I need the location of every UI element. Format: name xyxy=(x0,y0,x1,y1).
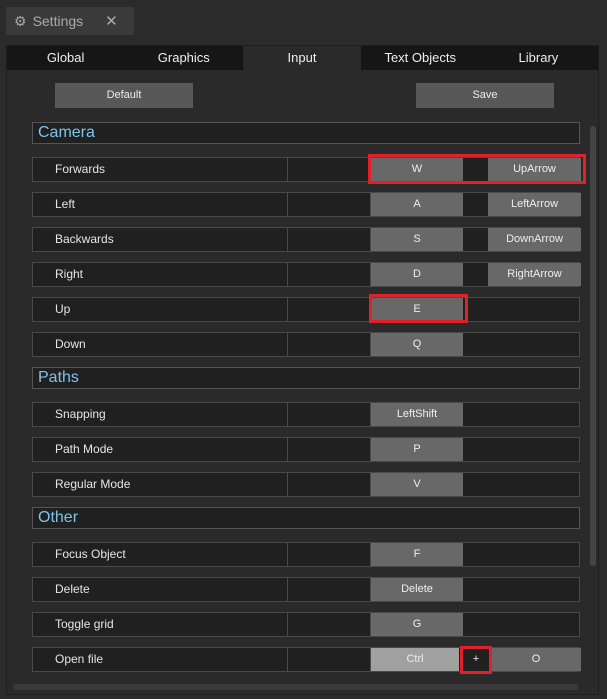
plus-button[interactable]: + xyxy=(464,648,488,671)
settings-window-tab[interactable]: ⚙ Settings ✕ xyxy=(6,7,134,35)
keybinding-label: Focus Object xyxy=(55,547,126,561)
horizontal-scrollbar[interactable] xyxy=(13,684,578,690)
modifier-key-button[interactable]: Ctrl xyxy=(371,648,459,671)
tab-global[interactable]: Global xyxy=(7,46,125,70)
keybinding-label: Snapping xyxy=(55,407,106,421)
tab-library[interactable]: Library xyxy=(479,46,598,70)
keybinding-row: Down Q xyxy=(32,332,580,357)
tab-graphics[interactable]: Graphics xyxy=(125,46,243,70)
keybinding-label: Regular Mode xyxy=(55,477,131,491)
primary-key-button[interactable]: O xyxy=(491,648,581,671)
secondary-key-button[interactable]: LeftArrow xyxy=(488,193,581,216)
keybinding-row: Focus Object F xyxy=(32,542,580,567)
keybinding-row: Forwards W UpArrow xyxy=(32,154,586,184)
primary-key-button[interactable]: S xyxy=(371,228,463,251)
primary-key-button[interactable]: F xyxy=(371,543,463,566)
settings-panel: Global Graphics Input Text Objects Library D… xyxy=(6,45,599,695)
keybinding-row: Backwards S DownArrow xyxy=(32,227,581,252)
divider xyxy=(287,648,288,671)
primary-key-button[interactable]: P xyxy=(371,438,463,461)
keybinding-label: Backwards xyxy=(55,232,114,246)
keybinding-label: Right xyxy=(55,267,84,281)
primary-key-button[interactable]: V xyxy=(371,473,463,496)
tab-bar: Global Graphics Input Text Objects Library xyxy=(7,46,598,70)
tab-text-objects[interactable]: Text Objects xyxy=(361,46,479,70)
section-header-paths: Paths xyxy=(32,367,580,389)
keybinding-row: Up E xyxy=(32,294,580,323)
keybinding-row: Path Mode P xyxy=(32,437,580,462)
divider xyxy=(287,613,288,636)
gear-icon: ⚙ xyxy=(14,12,27,29)
keybinding-row: Delete Delete xyxy=(32,577,580,602)
divider xyxy=(287,193,288,216)
tab-input[interactable]: Input xyxy=(243,46,361,70)
primary-key-button[interactable]: A xyxy=(371,193,463,216)
keybinding-label: Toggle grid xyxy=(55,617,114,631)
keybinding-label: Delete xyxy=(55,582,90,596)
default-button[interactable]: Default xyxy=(55,83,193,108)
save-button[interactable]: Save xyxy=(416,83,554,108)
secondary-key-button[interactable]: UpArrow xyxy=(488,158,581,181)
keybinding-label: Forwards xyxy=(55,162,106,176)
primary-key-button[interactable]: Q xyxy=(371,333,463,356)
primary-key-button[interactable]: G xyxy=(371,613,463,636)
divider xyxy=(287,403,288,426)
keybinding-list: Camera Forwards W UpArrow Left A LeftArrow Back… xyxy=(32,122,586,682)
divider xyxy=(287,298,288,321)
primary-key-button[interactable]: D xyxy=(371,263,463,286)
keybinding-label: Up xyxy=(55,302,71,316)
divider xyxy=(287,578,288,601)
divider xyxy=(287,473,288,496)
keybinding-row: Left A LeftArrow xyxy=(32,192,581,217)
section-header-camera: Camera xyxy=(32,122,580,144)
keybinding-label: Path Mode xyxy=(55,442,114,456)
divider xyxy=(287,438,288,461)
primary-key-button[interactable]: Delete xyxy=(371,578,463,601)
divider xyxy=(287,263,288,286)
section-header-other: Other xyxy=(32,507,580,529)
keybinding-label: Down xyxy=(55,337,86,351)
keybinding-row: Toggle grid G xyxy=(32,612,580,637)
primary-key-button[interactable]: W xyxy=(371,158,463,181)
keybinding-row: Regular Mode V xyxy=(32,472,580,497)
divider xyxy=(287,158,288,181)
keybinding-label: Open file xyxy=(55,652,104,666)
secondary-key-button[interactable]: DownArrow xyxy=(488,228,581,251)
secondary-key-button[interactable]: RightArrow xyxy=(488,263,581,286)
divider xyxy=(287,543,288,566)
divider xyxy=(287,333,288,356)
divider xyxy=(287,228,288,251)
vertical-scrollbar[interactable] xyxy=(590,126,596,566)
window-title: Settings xyxy=(32,13,84,29)
primary-key-button[interactable]: E xyxy=(371,298,463,321)
keybinding-row: Snapping LeftShift xyxy=(32,402,580,427)
keybinding-label: Left xyxy=(55,197,76,211)
primary-key-button[interactable]: LeftShift xyxy=(371,403,463,426)
close-icon[interactable]: ✕ xyxy=(105,12,118,30)
keybinding-row: Right D RightArrow xyxy=(32,262,581,287)
keybinding-row: Open file Ctrl + O xyxy=(32,646,581,674)
